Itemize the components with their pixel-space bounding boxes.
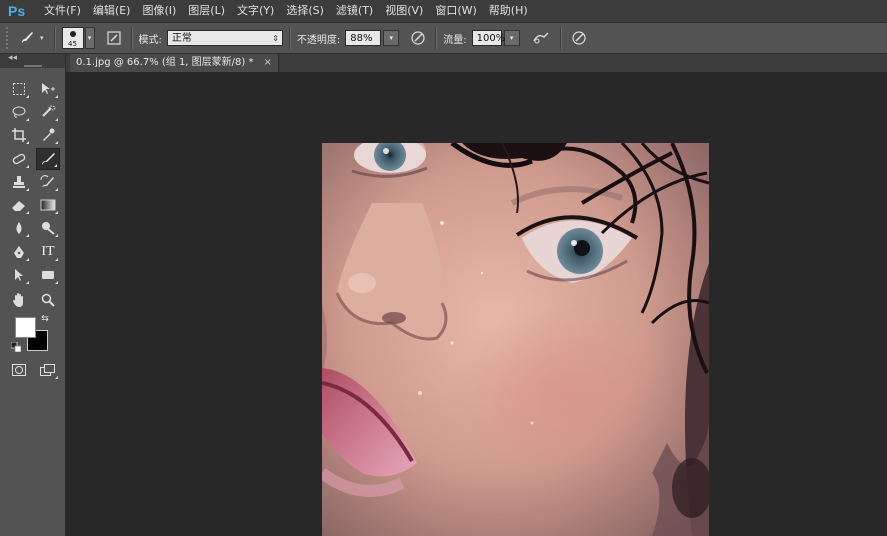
gradient-tool-icon[interactable] [36,194,60,216]
rectangular-marquee-tool-icon[interactable] [7,78,31,100]
menu-layer[interactable]: 图层(L) [182,0,231,22]
flow-input[interactable]: 100% [471,30,505,46]
flow-slider-button[interactable]: ▾ [503,30,520,46]
menu-view[interactable]: 视图(V) [379,0,429,22]
tool-preset-brush-icon[interactable] [14,27,40,49]
options-bar: ▾ 45 ▾ 模式: 正常 ⇕ 不透明度: 88% ▾ 流量: 100% ▾ [0,22,887,54]
mode-select[interactable]: 正常 ⇕ [166,30,283,46]
document-canvas-image[interactable] [322,143,709,536]
eraser-tool-icon[interactable] [7,194,31,216]
zoom-tool-icon[interactable] [36,289,60,311]
menu-type[interactable]: 文字(Y) [231,0,280,22]
opacity-label: 不透明度: [296,34,341,46]
divider [559,27,562,49]
opacity-value: 88% [350,33,373,44]
quick-mask-icon[interactable] [7,359,31,381]
flow-value: 100% [476,33,506,44]
brush-panel-toggle-icon[interactable] [103,27,125,49]
brush-tip-icon [69,31,76,37]
document-tab[interactable]: 0.1.jpg @ 66.7% (组 1, 图层蒙新/8) * × [70,54,279,72]
airbrush-icon[interactable] [528,27,554,49]
brush-picker-arrow-icon[interactable]: ▾ [84,27,95,49]
move-tool-icon[interactable] [36,78,60,100]
divider [288,27,291,49]
close-tab-icon[interactable]: × [263,54,271,72]
menu-edit[interactable]: 编辑(E) [87,0,137,22]
mode-value: 正常 [171,33,192,44]
blur-tool-icon[interactable] [7,217,31,239]
brush-size-preview[interactable]: 45 [61,27,84,49]
opacity-slider-button[interactable]: ▾ [383,30,400,46]
screen-mode-icon[interactable] [36,359,60,381]
menu-window[interactable]: 窗口(W) [429,0,482,22]
portrait-photo [322,143,709,536]
pressure-size-icon[interactable] [568,27,590,49]
type-tool-icon[interactable]: IT [36,241,60,263]
divider [130,27,133,49]
tool-preset-arrow-icon[interactable]: ▾ [40,34,44,42]
flow-label: 流量: [443,34,467,46]
default-colors-icon[interactable] [10,341,22,353]
hand-tool-icon[interactable] [7,289,31,311]
panel-grip[interactable] [24,65,42,67]
document-tab-title: 0.1.jpg @ 66.7% (组 1, 图层蒙新/8) * [76,57,254,68]
collapse-panel-icon[interactable]: ◂◂ [8,53,17,63]
eyedropper-tool-icon[interactable] [36,124,60,146]
brush-size-value: 45 [68,40,77,48]
history-brush-tool-icon[interactable] [36,171,60,193]
app-logo: Ps [8,3,26,19]
pressure-opacity-icon[interactable] [407,27,429,49]
divider [53,27,56,49]
tools-panel-header: ◂◂ [0,53,65,68]
mode-label: 模式: [138,34,162,46]
menu-filter[interactable]: 滤镜(T) [330,0,379,22]
brush-tool-icon[interactable] [36,148,60,170]
pen-tool-icon[interactable] [7,241,31,263]
document-tab-bar: 0.1.jpg @ 66.7% (组 1, 图层蒙新/8) * × [66,54,887,72]
opacity-input[interactable]: 88% [345,30,382,46]
crop-tool-icon[interactable] [7,124,31,146]
dodge-tool-icon[interactable] [36,217,60,239]
clone-stamp-tool-icon[interactable] [7,171,31,193]
spot-healing-brush-tool-icon[interactable] [7,148,31,170]
menu-select[interactable]: 选择(S) [280,0,330,22]
menu-image[interactable]: 图像(I) [136,0,182,22]
lasso-tool-icon[interactable] [7,101,31,123]
menu-help[interactable]: 帮助(H) [483,0,534,22]
options-grip[interactable] [6,27,14,49]
divider [435,27,438,49]
swap-colors-icon[interactable]: ⇆ [38,312,52,326]
path-selection-tool-icon[interactable] [7,264,31,286]
rectangle-tool-icon[interactable] [36,264,60,286]
mode-select-arrow-icon: ⇕ [272,34,279,43]
menu-file[interactable]: 文件(F) [38,0,87,22]
quick-selection-tool-icon[interactable] [36,101,60,123]
menu-bar: Ps 文件(F) 编辑(E) 图像(I) 图层(L) 文字(Y) 选择(S) 滤… [0,0,887,22]
foreground-color-swatch[interactable] [15,317,36,338]
